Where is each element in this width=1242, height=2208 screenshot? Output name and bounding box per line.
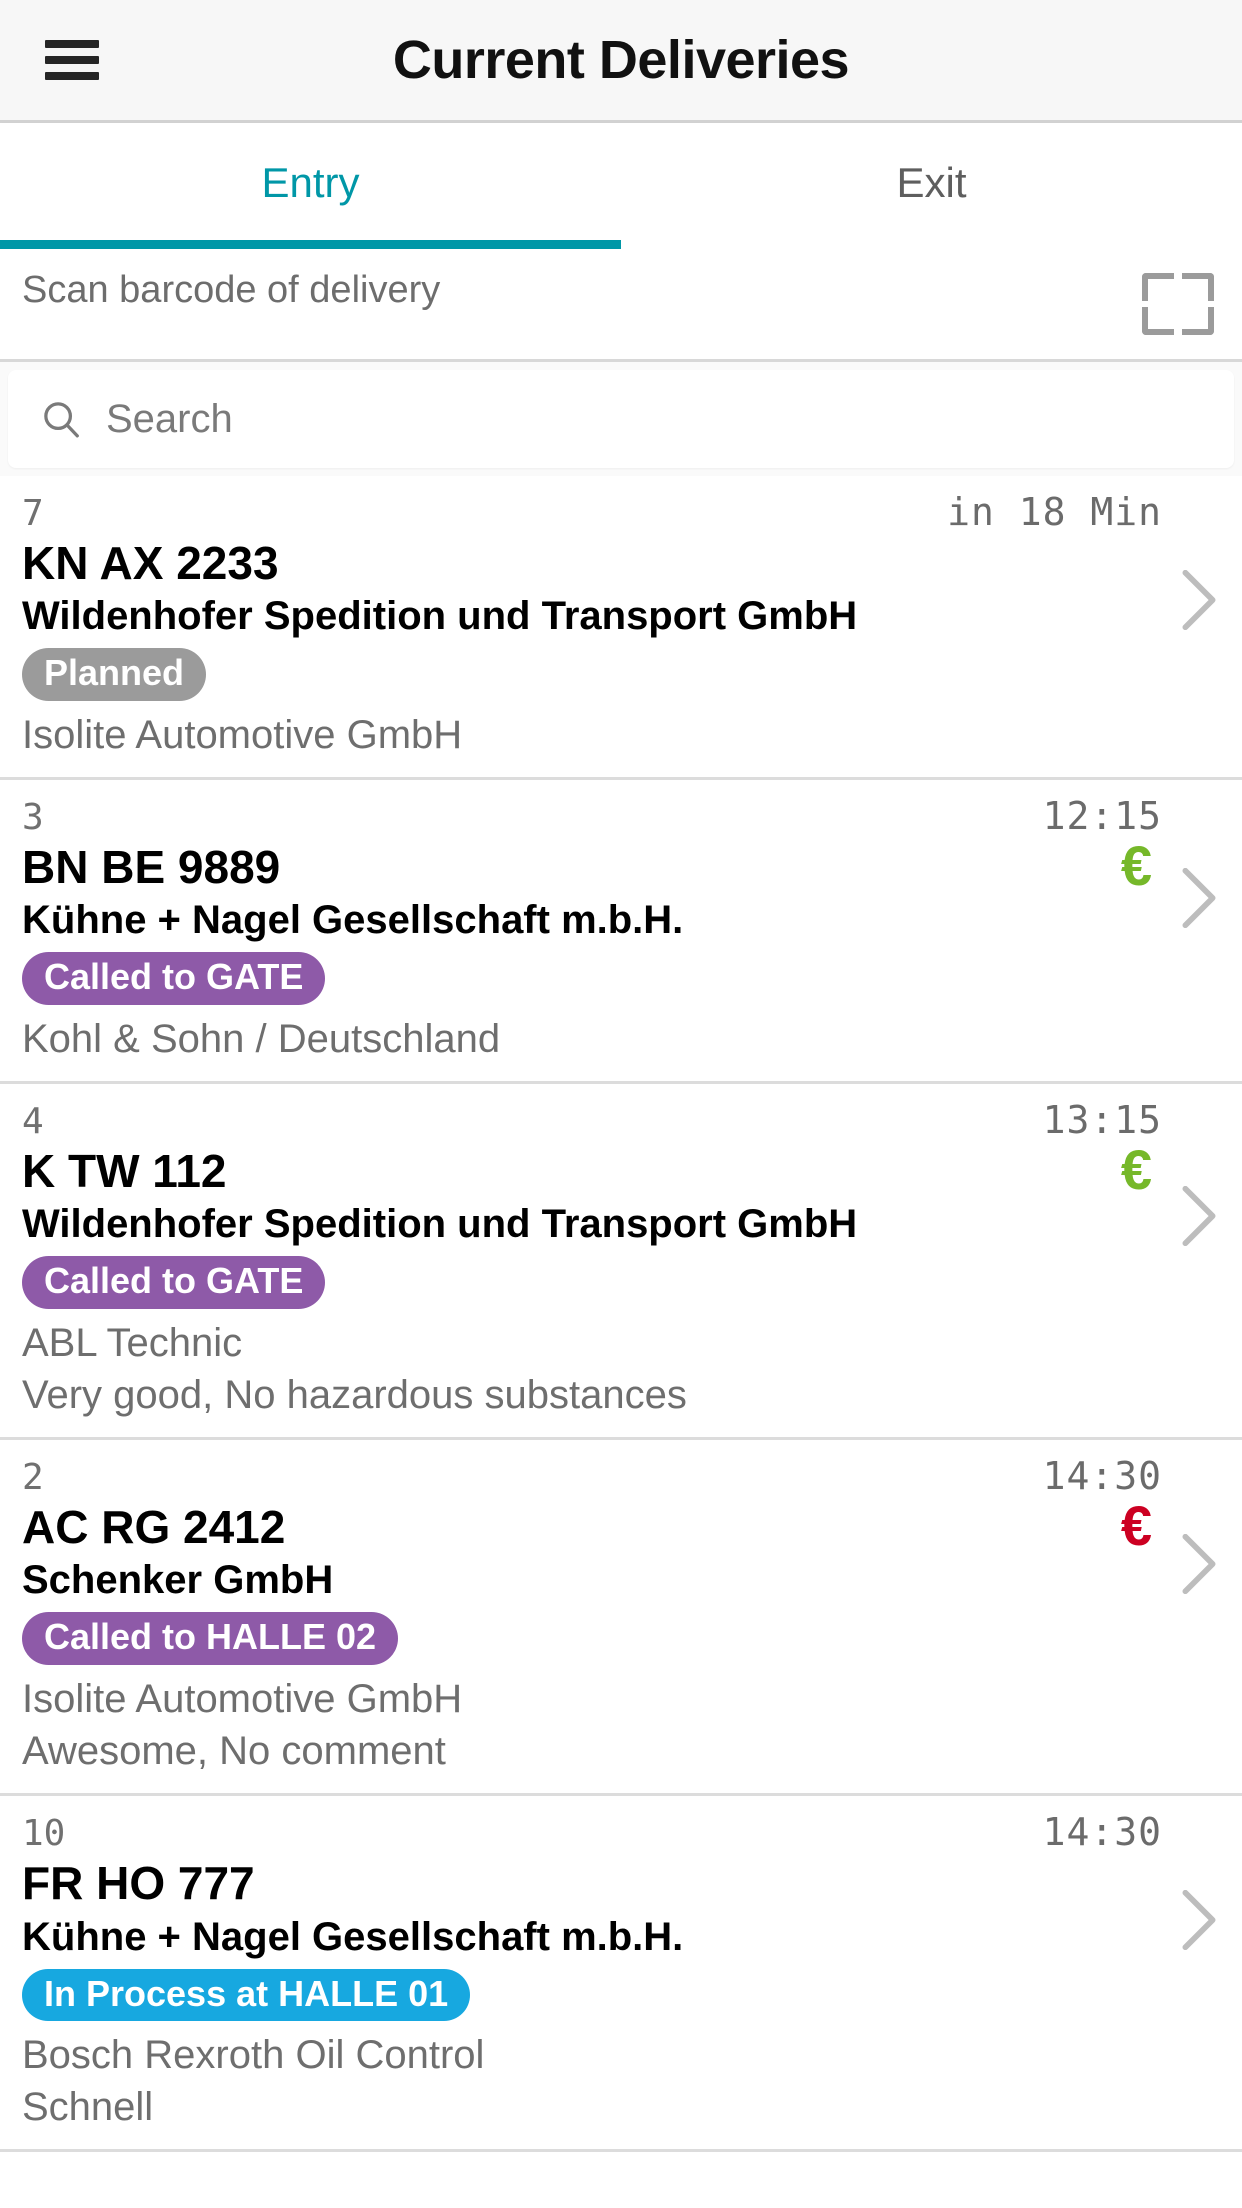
status-badge-line: Planned xyxy=(22,648,1220,702)
scanner-corner-top-left xyxy=(1142,273,1174,301)
delivery-note: Schnell xyxy=(22,2085,154,2130)
delivery-list-item[interactable]: 2 14:30 AC RG 2412 Schenker GmbH Called … xyxy=(0,1440,1242,1797)
search-input[interactable] xyxy=(106,396,1063,442)
row-header: 7 in 18 Min xyxy=(22,490,1220,534)
delivery-list-item[interactable]: 7 in 18 Min KN AX 2233 Wildenhofer Spedi… xyxy=(0,476,1242,781)
scan-barcode-label: Scan barcode of delivery xyxy=(22,269,441,311)
tab-exit[interactable]: Exit xyxy=(621,123,1242,249)
euro-pallet-icon: € xyxy=(1120,834,1152,898)
status-badge-line: In Process at HALLE 01 xyxy=(22,1968,1220,2022)
row-header: 3 12:15 xyxy=(22,794,1220,838)
delivery-carrier: Kühne + Nagel Gesellschaft m.b.H. xyxy=(22,1914,684,1959)
status-badge: Called to GATE xyxy=(22,952,326,1006)
delivery-list-item[interactable]: 4 13:15 K TW 112 Wildenhofer Spedition u… xyxy=(0,1084,1242,1441)
status-badge-line: Called to HALLE 02 xyxy=(22,1612,1220,1666)
hamburger-bar xyxy=(45,72,99,80)
chevron-right-icon[interactable] xyxy=(1182,1186,1216,1247)
chevron-right-icon[interactable] xyxy=(1182,868,1216,929)
page-title: Current Deliveries xyxy=(392,30,850,90)
status-badge: Called to HALLE 02 xyxy=(22,1612,399,1666)
delivery-time: 14:30 xyxy=(1042,1454,1162,1499)
scanner-corner-bottom-left xyxy=(1142,307,1174,335)
hamburger-menu-icon[interactable] xyxy=(45,40,99,80)
row-header: 4 13:15 xyxy=(22,1098,1220,1142)
scan-barcode-row[interactable]: Scan barcode of delivery xyxy=(0,249,1242,362)
search-container xyxy=(0,362,1242,476)
scanner-corner-top-right xyxy=(1182,273,1214,301)
chevron-right-icon[interactable] xyxy=(1182,570,1216,630)
status-badge: Planned xyxy=(22,648,207,702)
delivery-note: Awesome, No comment xyxy=(22,1729,446,1774)
status-badge-line: Called to GATE xyxy=(22,952,1220,1006)
delivery-sequence: 4 xyxy=(22,1101,44,1143)
delivery-list: 7 in 18 Min KN AX 2233 Wildenhofer Spedi… xyxy=(0,476,1242,2153)
delivery-customer: Isolite Automotive GmbH xyxy=(22,1677,463,1722)
search-bar[interactable] xyxy=(8,370,1234,468)
delivery-time: 12:15 xyxy=(1042,794,1162,839)
delivery-customer: Isolite Automotive GmbH xyxy=(22,713,463,758)
delivery-sequence: 10 xyxy=(22,1813,66,1855)
delivery-plate: FR HO 777 xyxy=(22,1857,255,1910)
chevron-right-icon[interactable] xyxy=(1182,1534,1216,1595)
delivery-sequence: 3 xyxy=(22,797,44,839)
delivery-carrier: Wildenhofer Spedition und Transport GmbH xyxy=(22,1202,858,1247)
app-bar: Current Deliveries xyxy=(0,0,1242,123)
search-icon xyxy=(38,396,84,442)
euro-pallet-icon: € xyxy=(1120,1494,1152,1558)
row-header: 2 14:30 xyxy=(22,1454,1220,1498)
delivery-plate: KN AX 2233 xyxy=(22,537,279,589)
delivery-list-item[interactable]: 3 12:15 BN BE 9889 Kühne + Nagel Gesells… xyxy=(0,780,1242,1085)
delivery-time: 13:15 xyxy=(1042,1098,1162,1143)
delivery-carrier: Schenker GmbH xyxy=(22,1558,334,1603)
delivery-time: 14:30 xyxy=(1042,1810,1162,1855)
status-badge: Called to GATE xyxy=(22,1256,326,1310)
delivery-sequence: 7 xyxy=(22,493,44,534)
status-badge: In Process at HALLE 01 xyxy=(22,1968,471,2022)
delivery-plate: K TW 112 xyxy=(22,1145,227,1198)
delivery-note: Very good, No hazardous substances xyxy=(22,1373,687,1418)
euro-pallet-icon: € xyxy=(1120,1138,1152,1202)
delivery-customer: Kohl & Sohn / Deutschland xyxy=(22,1017,501,1062)
chevron-right-icon[interactable] xyxy=(1182,1890,1216,1951)
row-header: 10 14:30 xyxy=(22,1810,1220,1854)
delivery-carrier: Wildenhofer Spedition und Transport GmbH xyxy=(22,594,858,639)
status-badge-line: Called to GATE xyxy=(22,1256,1220,1310)
delivery-time: in 18 Min xyxy=(947,490,1162,534)
hamburger-bar xyxy=(45,56,99,64)
tab-active-indicator xyxy=(0,240,621,249)
tab-entry[interactable]: Entry xyxy=(0,123,621,249)
barcode-scanner-frame-icon[interactable] xyxy=(1142,273,1214,335)
scanner-corner-bottom-right xyxy=(1182,307,1214,335)
delivery-list-item[interactable]: 10 14:30 FR HO 777 Kühne + Nagel Gesells… xyxy=(0,1796,1242,2153)
delivery-carrier: Kühne + Nagel Gesellschaft m.b.H. xyxy=(22,898,684,943)
tab-bar: Entry Exit xyxy=(0,123,1242,249)
delivery-plate: BN BE 9889 xyxy=(22,841,281,894)
hamburger-bar xyxy=(45,40,99,48)
delivery-plate: AC RG 2412 xyxy=(22,1501,286,1554)
delivery-sequence: 2 xyxy=(22,1457,44,1499)
delivery-customer: ABL Technic xyxy=(22,1321,243,1366)
delivery-customer: Bosch Rexroth Oil Control xyxy=(22,2033,485,2078)
